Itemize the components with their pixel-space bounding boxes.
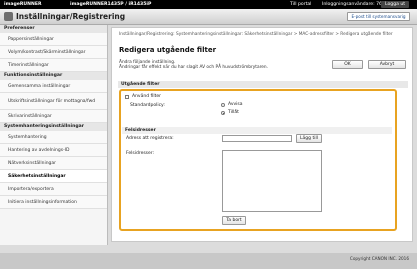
policy-reject-radio[interactable] bbox=[221, 103, 225, 107]
logout-button[interactable]: Logga ut bbox=[381, 1, 410, 8]
section-outgoing-filter: Utgående filter bbox=[118, 81, 408, 88]
default-policy-label: Standardpolicy: bbox=[130, 103, 165, 108]
sidebar-item-common[interactable]: Gemensamma inställningar bbox=[0, 80, 107, 93]
add-button[interactable]: Lägg till bbox=[296, 134, 322, 143]
ok-button[interactable]: OK bbox=[332, 60, 363, 69]
policy-reject-label: Avvisa bbox=[228, 102, 243, 107]
sidebar-item-system-management[interactable]: Systemhantering bbox=[0, 131, 107, 144]
copyright-text: Copyright CANON INC. 2016 bbox=[349, 256, 409, 261]
sidebar-item-initialize[interactable]: Initiera inställningsinformation bbox=[0, 196, 107, 209]
sidebar-head-functions: Funktionsinställningar bbox=[0, 72, 107, 80]
remove-button[interactable]: Ta bort bbox=[222, 216, 246, 225]
settings-icon bbox=[4, 12, 13, 21]
sidebar-item-timer[interactable]: Timerinställningar bbox=[0, 59, 107, 72]
sidebar-item-paper[interactable]: Pappersinställningar bbox=[0, 33, 107, 46]
instruction-note: Ändra följande inställning. Ändringar få… bbox=[119, 60, 268, 70]
policy-allow-label: Tillåt bbox=[228, 110, 239, 115]
exceptions-list[interactable] bbox=[222, 150, 322, 212]
sidebar-item-printer[interactable]: Skrivarinställningar bbox=[0, 110, 107, 123]
top-bar: imageRUNNER imageRUNNER1435P / iR1435iP … bbox=[0, 0, 417, 9]
sidebar-head-preferences: Preferenser bbox=[0, 25, 107, 33]
footer: Copyright CANON INC. 2016 bbox=[0, 253, 417, 269]
exceptions-section-head: Felsidresser bbox=[122, 127, 392, 134]
sidebar-item-import-export[interactable]: Importera/exportera bbox=[0, 183, 107, 196]
email-admin-button[interactable]: E-post till systemansvarig bbox=[347, 12, 410, 21]
sidebar: Preferenser Pappersinställningar Volym/k… bbox=[0, 25, 108, 245]
sidebar-item-security[interactable]: Säkerhetsinställningar bbox=[0, 170, 107, 183]
note-line-2: Ändringar får effekt när du har slagit A… bbox=[119, 65, 269, 71]
cancel-button[interactable]: Avbryt bbox=[368, 60, 406, 69]
sidebar-item-display[interactable]: Volym/kontrast/Skärminställningar bbox=[0, 46, 107, 59]
header-title: Inställningar/Registrering bbox=[16, 12, 126, 21]
address-label: Adress att registrera: bbox=[126, 136, 174, 141]
exceptions-label: Felsidresser: bbox=[126, 151, 155, 156]
sidebar-item-network[interactable]: Nätverksinställningar bbox=[0, 157, 107, 170]
portal-link[interactable]: Till portal bbox=[290, 2, 311, 7]
sidebar-head-system: Systemhanteringsinställningar bbox=[0, 123, 107, 131]
sidebar-item-receive-print[interactable]: Utskriftsinställningar för mottagna/fwd bbox=[0, 93, 107, 110]
brand-label: imageRUNNER bbox=[4, 2, 42, 7]
page-header: Inställningar/Registrering E-post till s… bbox=[0, 9, 417, 25]
policy-allow-radio[interactable] bbox=[221, 111, 225, 115]
model-label: imageRUNNER1435P / iR1435iP bbox=[70, 2, 152, 7]
address-input[interactable] bbox=[222, 135, 292, 142]
use-filter-checkbox[interactable] bbox=[125, 95, 129, 99]
breadcrumb: Inställningar/Registrering: Systemhanter… bbox=[119, 32, 393, 37]
use-filter-label: Använd filter bbox=[132, 94, 161, 99]
page-title: Redigera utgående filter bbox=[119, 46, 217, 54]
sidebar-item-department-id[interactable]: Hantering av avdelnings-ID bbox=[0, 144, 107, 157]
